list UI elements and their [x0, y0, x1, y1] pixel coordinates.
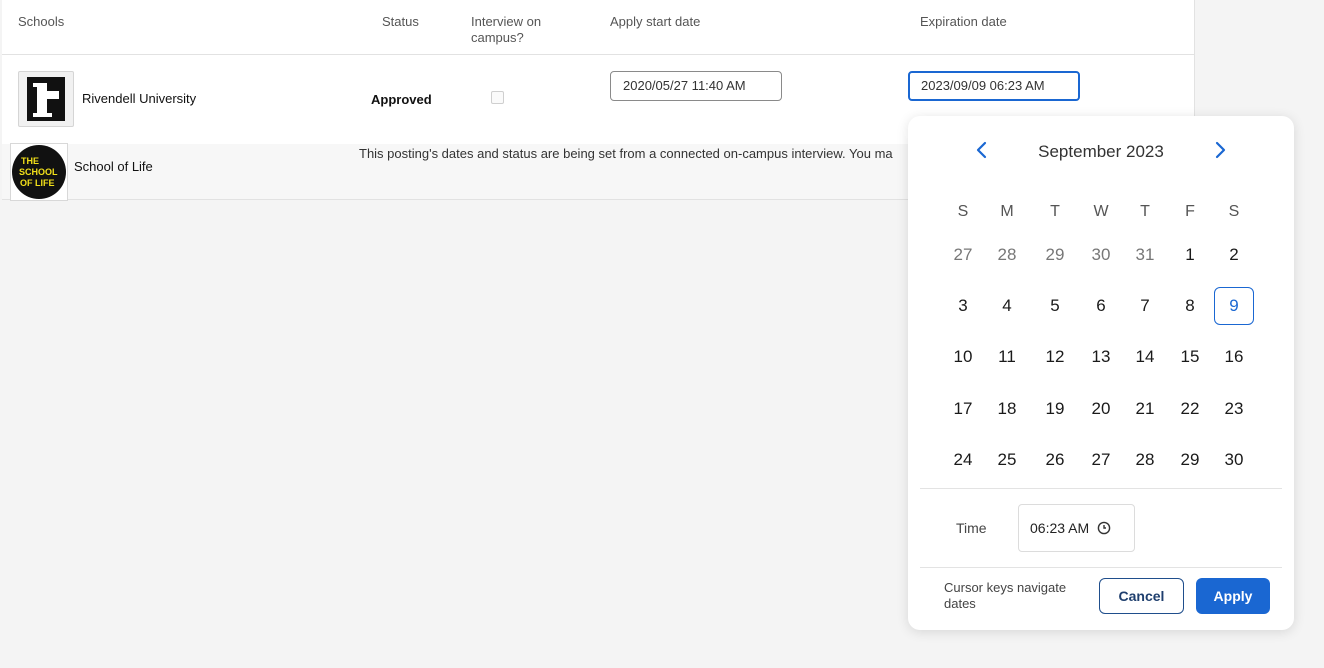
calendar-day[interactable]: 27 — [1081, 441, 1121, 479]
sol-logo-line2: SCHOOL — [19, 167, 58, 177]
calendar-day[interactable]: 6 — [1081, 287, 1121, 325]
calendar-day[interactable]: 8 — [1170, 287, 1210, 325]
school-name-rivendell[interactable]: Rivendell University — [82, 91, 196, 106]
calendar-day[interactable]: 16 — [1214, 338, 1254, 376]
calendar-day[interactable]: 1 — [1170, 236, 1210, 274]
time-divider — [920, 488, 1282, 489]
header-interview-line1: Interview on — [471, 14, 542, 29]
interview-notice-text: This posting's dates and status are bein… — [359, 146, 893, 161]
calendar-day[interactable]: 23 — [1214, 390, 1254, 428]
time-input[interactable]: 06:23 AM — [1018, 504, 1135, 552]
status-approved: Approved — [371, 92, 432, 107]
calendar-day[interactable]: 29 — [1035, 236, 1075, 274]
calendar-day[interactable]: 28 — [987, 236, 1027, 274]
header-interview-on-campus: Interview on campus? — [471, 14, 541, 46]
calendar-day[interactable]: 19 — [1035, 390, 1075, 428]
calendar-day[interactable]: 24 — [943, 441, 983, 479]
time-label: Time — [956, 520, 987, 536]
time-value: 06:23 AM — [1030, 520, 1090, 536]
next-month-button[interactable] — [1208, 138, 1232, 162]
calendar-day[interactable]: 2 — [1214, 236, 1254, 274]
calendar-day[interactable]: 20 — [1081, 390, 1121, 428]
calendar-day-selected[interactable]: 9 — [1214, 287, 1254, 325]
weekday-label: T — [1140, 203, 1150, 220]
keyboard-hint: Cursor keys navigate dates — [944, 580, 1067, 611]
apply-start-date-input[interactable]: 2020/05/27 11:40 AM — [610, 71, 782, 101]
clock-icon[interactable] — [1097, 521, 1111, 535]
calendar-day[interactable]: 3 — [943, 287, 983, 325]
header-expiration-date: Expiration date — [920, 14, 1007, 29]
calendar-day[interactable]: 27 — [943, 236, 983, 274]
weekday-label: S — [1228, 203, 1240, 220]
school-of-life-badge-icon: THE SCHOOL OF LIFE — [12, 145, 66, 199]
weekday-label: M — [1000, 203, 1014, 220]
date-picker-popover: September 2023 SMTWTFS 27 28 29 30 31 1 2 3 4 5 6 7… — [908, 116, 1294, 630]
calendar-day[interactable]: 30 — [1214, 441, 1254, 479]
header-schools: Schools — [18, 14, 65, 29]
apply-button[interactable]: Apply — [1196, 578, 1270, 614]
calendar-day[interactable]: 5 — [1035, 287, 1075, 325]
month-year-title: September 2023 — [1038, 142, 1164, 161]
sol-logo-line3: OF LIFE — [20, 178, 55, 188]
calendar-day[interactable]: 31 — [1125, 236, 1165, 274]
header-status: Status — [382, 14, 419, 29]
calendar-day[interactable]: 14 — [1125, 338, 1165, 376]
calendar-day[interactable]: 7 — [1125, 287, 1165, 325]
calendar-day[interactable]: 29 — [1170, 441, 1210, 479]
chevron-right-icon — [1215, 141, 1226, 159]
rivendell-r-icon — [27, 77, 65, 121]
calendar-day[interactable]: 21 — [1125, 390, 1165, 428]
calendar-day[interactable]: 17 — [943, 390, 983, 428]
sol-logo-line1: THE — [21, 156, 39, 166]
calendar-day[interactable]: 26 — [1035, 441, 1075, 479]
interview-on-campus-checkbox[interactable] — [491, 91, 504, 104]
calendar-day[interactable]: 12 — [1035, 338, 1075, 376]
header-divider — [2, 54, 1194, 55]
calendar-day[interactable]: 25 — [987, 441, 1027, 479]
expiration-date-input[interactable]: 2023/09/09 06:23 AM — [908, 71, 1080, 101]
calendar-day[interactable]: 18 — [987, 390, 1027, 428]
calendar-day[interactable]: 4 — [987, 287, 1027, 325]
calendar-day[interactable]: 10 — [943, 338, 983, 376]
weekday-label: S — [957, 203, 969, 220]
weekday-label: F — [1185, 203, 1195, 220]
cancel-button[interactable]: Cancel — [1099, 578, 1184, 614]
calendar-day[interactable]: 15 — [1170, 338, 1210, 376]
weekday-label: T — [1050, 203, 1060, 220]
header-apply-start-date: Apply start date — [610, 14, 701, 29]
calendar-day[interactable]: 11 — [987, 338, 1027, 376]
calendar-day[interactable]: 22 — [1170, 390, 1210, 428]
rivendell-logo — [18, 71, 74, 127]
school-of-life-logo: THE SCHOOL OF LIFE — [10, 143, 68, 201]
calendar-day[interactable]: 30 — [1081, 236, 1121, 274]
calendar-day[interactable]: 28 — [1125, 441, 1165, 479]
footer-divider — [920, 567, 1282, 568]
school-name-school-of-life[interactable]: School of Life — [74, 159, 153, 174]
header-interview-line2: campus? — [471, 30, 524, 45]
calendar-day[interactable]: 13 — [1081, 338, 1121, 376]
weekday-label: W — [1093, 203, 1109, 220]
